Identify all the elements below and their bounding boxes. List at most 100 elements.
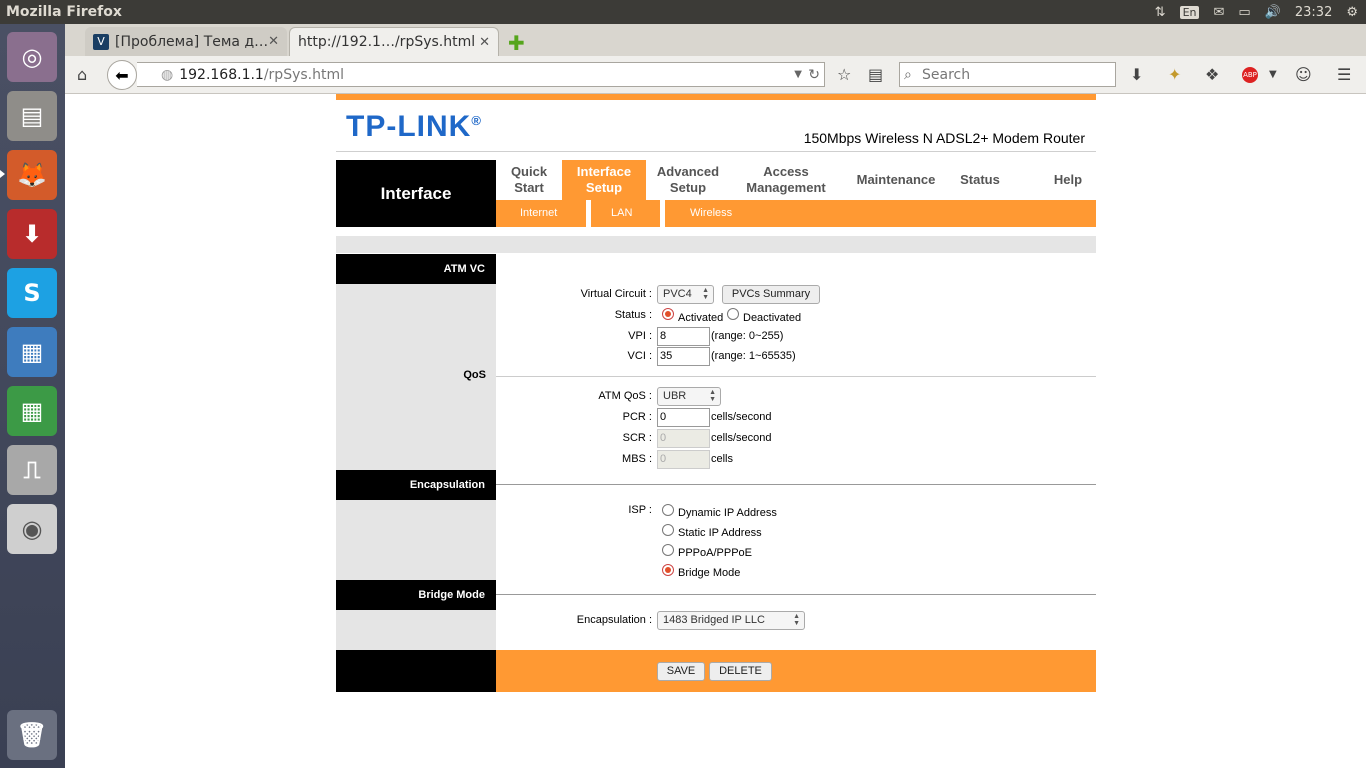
extension-icon[interactable]: ✦ — [1168, 65, 1181, 84]
encapsulation-select[interactable]: 1483 Bridged IP LLC ▲ ▼ — [657, 611, 805, 630]
tab-rpsys[interactable]: http://192.1…/rpSys.html ✕ — [289, 27, 499, 56]
top-panel: Mozilla Firefox ⇅ En ✉ ▭ 🔊 23:32 ⚙ — [0, 0, 1366, 24]
mbs-label: MBS : — [622, 453, 652, 465]
keyboard-layout-indicator[interactable]: En — [1179, 5, 1200, 19]
stepper-arrows-icon: ▲ ▼ — [793, 613, 800, 627]
stepper-arrows-icon: ▲ ▼ — [709, 389, 716, 403]
calc-icon[interactable]: ▦ — [7, 386, 57, 436]
globe-icon: ◍ — [161, 66, 174, 83]
pcr-unit: cells/second — [711, 411, 772, 423]
status-activated-label: Activated — [678, 312, 724, 324]
section-qos: QoS — [463, 369, 486, 381]
section-encapsulation: Encapsulation — [336, 470, 496, 500]
disc-icon[interactable]: ◉ — [7, 504, 57, 554]
isp-dynamic-radio[interactable] — [662, 504, 674, 516]
isp-pppoe-label: PPPoA/PPPoE — [678, 547, 752, 559]
isp-static-radio[interactable] — [662, 524, 674, 536]
section-atm-vc: ATM VC — [336, 254, 496, 284]
chevron-down-icon[interactable]: ▼ — [1269, 69, 1277, 80]
close-icon[interactable]: ✕ — [268, 34, 279, 49]
vci-input[interactable]: 35 — [657, 347, 710, 366]
submenu-wireless[interactable]: Wireless — [690, 200, 732, 227]
files-icon[interactable]: ▤ — [7, 91, 57, 141]
back-button[interactable]: ⬅ — [107, 60, 137, 90]
writer-icon[interactable]: ▦ — [7, 327, 57, 377]
launcher: ◎ ▤ 🦊 ⬇ S ▦ ▦ ⎍ ◉ 🗑 — [0, 24, 65, 768]
status-deactivated-label: Deactivated — [743, 312, 802, 324]
status-deactivated-radio[interactable] — [727, 308, 739, 320]
divider — [496, 594, 1096, 595]
page-title: Interface — [336, 160, 496, 227]
addon-icon[interactable]: ❖ — [1205, 65, 1219, 84]
isp-bridge-radio[interactable] — [662, 564, 674, 576]
menu-maintenance[interactable]: Maintenance — [842, 160, 950, 200]
network-icon[interactable]: ⇅ — [1155, 5, 1166, 20]
active-pip — [0, 170, 5, 178]
chevron-down-icon[interactable]: ▼ — [794, 69, 802, 80]
submenu-lan[interactable]: LAN — [611, 200, 632, 227]
tab-bar: V [Проблема] Тема д… ✕ http://192.1…/rpS… — [65, 24, 1366, 56]
pvcs-summary-button[interactable]: PVCs Summary — [722, 285, 820, 304]
submenu: Internet LAN Wireless — [496, 200, 1096, 227]
tab-label: http://192.1…/rpSys.html — [298, 34, 476, 50]
bookmark-star-icon[interactable]: ☆ — [837, 65, 851, 84]
battery-icon[interactable]: ▭ — [1238, 5, 1250, 20]
search-input[interactable]: ⌕ Search — [899, 62, 1116, 87]
mbs-input[interactable]: 0 — [657, 450, 710, 469]
isp-pppoe-radio[interactable] — [662, 544, 674, 556]
submenu-internet[interactable]: Internet — [520, 200, 557, 227]
pcr-input[interactable]: 0 — [657, 408, 710, 427]
reading-list-icon[interactable]: ▤ — [868, 65, 883, 84]
menu-icon[interactable]: ☰ — [1337, 65, 1351, 84]
installer-icon[interactable]: ⬇ — [7, 209, 57, 259]
firefox-icon[interactable]: 🦊 — [7, 150, 57, 200]
ubuntu-dash-icon[interactable]: ◎ — [7, 32, 57, 82]
usb-drive-icon[interactable]: ⎍ — [7, 445, 57, 495]
close-icon[interactable]: ✕ — [479, 35, 490, 50]
chat-icon[interactable]: ☺ — [1295, 65, 1312, 84]
menu-interface-setup[interactable]: Interface Setup — [562, 160, 646, 200]
vpi-range: (range: 0~255) — [711, 330, 784, 342]
url-host: 192.168.1.1 — [179, 66, 264, 83]
vpi-input[interactable]: 8 — [657, 327, 710, 346]
section-bridge-mode: Bridge Mode — [336, 580, 496, 610]
scr-unit: cells/second — [711, 432, 772, 444]
status-label: Status : — [614, 309, 652, 321]
volume-icon[interactable]: 🔊 — [1265, 5, 1281, 20]
menu-status[interactable]: Status — [950, 160, 1010, 200]
scr-input[interactable]: 0 — [657, 429, 710, 448]
menu-quick-start[interactable]: Quick Start — [496, 160, 562, 200]
model-name: 150Mbps Wireless N ADSL2+ Modem Router — [803, 130, 1085, 146]
search-icon: ⌕ — [904, 66, 912, 83]
menu-help[interactable]: Help — [1040, 160, 1096, 200]
save-button[interactable]: SAVE — [657, 662, 705, 681]
app-title: Mozilla Firefox — [6, 4, 122, 20]
mail-icon[interactable]: ✉ — [1213, 5, 1224, 20]
submenu-separator — [586, 200, 591, 227]
search-placeholder: Search — [922, 66, 971, 83]
isp-label: ISP : — [628, 504, 652, 516]
download-icon[interactable]: ⬇ — [1130, 65, 1143, 84]
isp-dynamic-label: Dynamic IP Address — [678, 507, 777, 519]
divider — [496, 376, 1096, 377]
vci-label: VCI : — [627, 350, 652, 362]
clock[interactable]: 23:32 — [1295, 5, 1332, 20]
home-icon[interactable]: ⌂ — [77, 65, 87, 84]
adblock-icon[interactable]: ABP — [1242, 67, 1258, 83]
reload-icon[interactable]: ↻ — [808, 67, 820, 83]
delete-button[interactable]: DELETE — [709, 662, 772, 681]
menu-access-management[interactable]: Access Management — [730, 160, 842, 200]
skype-icon[interactable]: S — [7, 268, 57, 318]
virtual-circuit-select[interactable]: PVC4 ▲ ▼ — [657, 285, 714, 304]
atm-qos-select[interactable]: UBR ▲ ▼ — [657, 387, 721, 406]
status-activated-radio[interactable] — [662, 308, 674, 320]
atm-qos-label: ATM QoS : — [598, 390, 652, 402]
new-tab-plus-icon[interactable]: ✚ — [508, 31, 525, 55]
navigation-toolbar: ⌂ ◍ 192.168.1.1/rpSys.html ▼ ↻ ⬅ ☆ ▤ ⌕ S… — [65, 56, 1366, 94]
gear-icon[interactable]: ⚙ — [1346, 5, 1358, 20]
menu-advanced-setup[interactable]: Advanced Setup — [646, 160, 730, 200]
tab-problem[interactable]: V [Проблема] Тема д… ✕ — [85, 27, 287, 56]
mbs-unit: cells — [711, 453, 734, 465]
url-bar[interactable]: ◍ 192.168.1.1/rpSys.html ▼ ↻ — [137, 62, 825, 87]
trash-icon[interactable]: 🗑 — [7, 710, 57, 760]
